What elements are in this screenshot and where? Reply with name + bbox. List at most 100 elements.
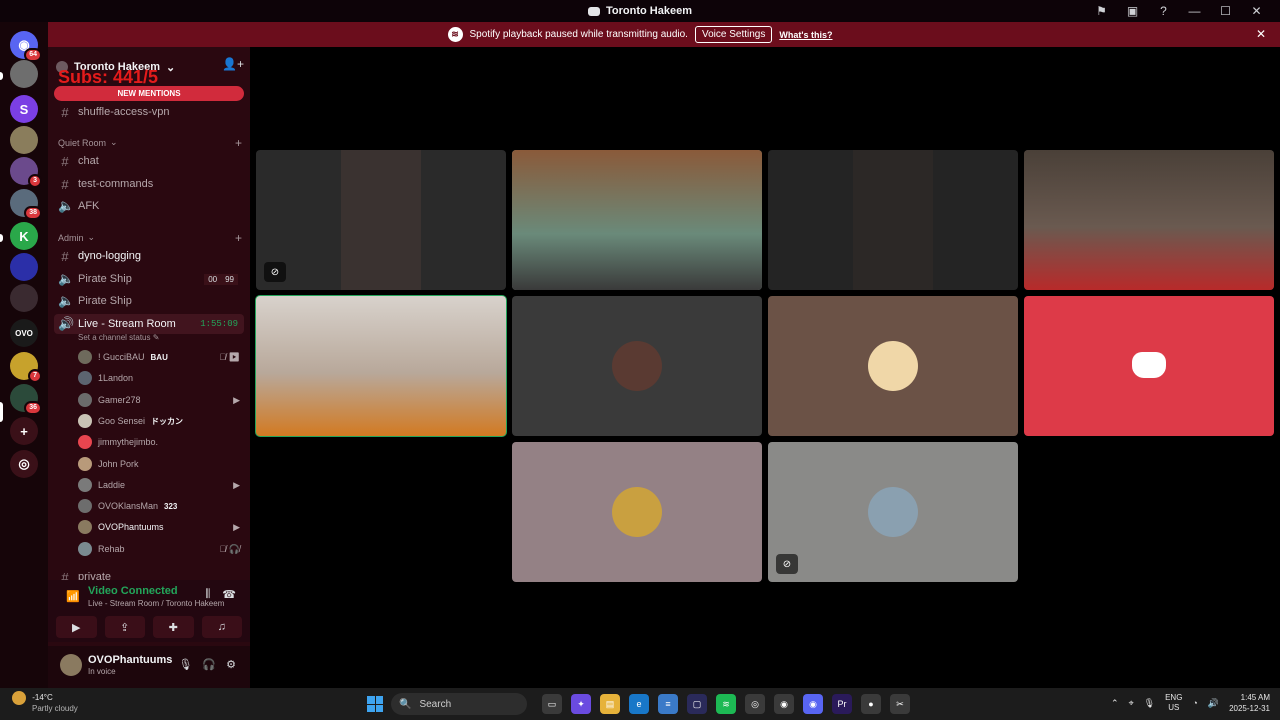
weather-widget[interactable]: -14°C Partly cloudy — [12, 691, 78, 713]
avatar — [868, 487, 918, 537]
server-icon-8[interactable] — [10, 284, 38, 312]
channel-chat[interactable]: # chat — [54, 151, 244, 171]
clock-date: 2025-12-31 — [1229, 704, 1270, 713]
close-banner-icon[interactable]: ✕ — [1256, 27, 1266, 41]
category-label: Quiet Room — [58, 137, 107, 148]
close-button[interactable]: ✕ — [1241, 4, 1272, 18]
settings-gear-icon[interactable]: ⚙ — [226, 658, 236, 671]
voice-settings-button[interactable]: Voice Settings — [694, 26, 773, 43]
tile-user-4[interactable] — [1024, 150, 1274, 290]
voice-member[interactable]: 1Landon — [78, 369, 244, 387]
maximize-button[interactable]: ☐ — [1210, 4, 1241, 18]
server-icon-11[interactable]: 36 — [10, 384, 42, 415]
file-explorer-icon[interactable]: ▤ — [600, 694, 620, 714]
add-channel-icon[interactable]: + — [235, 136, 242, 150]
tile-user-9[interactable] — [512, 442, 762, 582]
clock[interactable]: 1:45 AM 2025-12-31 — [1229, 692, 1270, 714]
spotify-app-icon[interactable]: ≋ — [716, 694, 736, 714]
wifi-icon[interactable]: ◔ — [1192, 698, 1197, 708]
avatar[interactable] — [60, 654, 82, 676]
server-icon-3[interactable] — [10, 126, 38, 154]
server-icon-0[interactable]: ◉ 64 — [10, 31, 42, 62]
voice-status-subtitle[interactable]: Live - Stream Room / Toronto Hakeem — [88, 599, 224, 608]
tile-user-3[interactable] — [768, 150, 1018, 290]
category-quiet-room[interactable]: Quiet Room ⌄ + — [58, 136, 242, 150]
tile-user-7[interactable] — [768, 296, 1018, 436]
volume-icon[interactable]: 🔊 — [1208, 698, 1219, 709]
server-icon-4[interactable]: 3 — [10, 157, 42, 188]
voice-member[interactable]: Rehab 🎙̸ 🎧̸ — [78, 540, 244, 558]
server-icon-2[interactable]: S — [10, 95, 38, 123]
snipping-tool-icon[interactable]: ✂ — [890, 694, 910, 714]
tile-user-6[interactable] — [512, 296, 762, 436]
set-channel-status[interactable]: Set a channel status ✎ — [78, 333, 159, 342]
invite-icon[interactable]: 👤+ — [222, 57, 244, 71]
channel-shuffle-access-vpn[interactable]: # shuffle-access-vpn — [54, 102, 244, 122]
member-name: 1Landon — [98, 373, 134, 383]
app-icon[interactable]: ◎ — [745, 694, 765, 714]
channel-afk[interactable]: 🔈 AFK — [54, 196, 244, 216]
channel-name: chat — [78, 155, 99, 167]
weather-icon — [12, 691, 26, 705]
channel-live-stream-room[interactable]: 🔊 Live - Stream Room 1:55:09 — [54, 314, 244, 334]
windows-start-icon[interactable] — [367, 696, 383, 712]
server-icon-12[interactable]: + — [10, 417, 38, 445]
disconnect-icon[interactable]: ☎ — [222, 588, 236, 601]
headphones-icon[interactable]: 🎧 — [202, 658, 216, 671]
discord-app-icon[interactable]: ◉ — [803, 694, 823, 714]
server-icon-13[interactable]: ◎ — [10, 450, 38, 478]
hash-icon: # — [61, 104, 69, 120]
lang-bottom: US — [1168, 703, 1180, 712]
tile-user-5[interactable] — [255, 295, 507, 437]
voice-member[interactable]: Laddie ▶ — [78, 476, 244, 494]
channel-pirate-ship-2[interactable]: 🔈 Pirate Ship — [54, 291, 244, 311]
network-icon[interactable]: ⌖ — [1129, 698, 1134, 709]
premiere-icon[interactable]: Pr — [832, 694, 852, 714]
edge-icon[interactable]: e — [629, 694, 649, 714]
language-indicator[interactable]: ENG US — [1165, 693, 1182, 713]
voice-member[interactable]: jimmythejimbo. — [78, 433, 244, 451]
voice-member[interactable]: OVOKlansMan 323 — [78, 497, 244, 515]
notepad-icon[interactable]: ≡ — [658, 694, 678, 714]
server-icon-1[interactable] — [10, 60, 38, 88]
server-icon-5[interactable]: 38 — [10, 189, 42, 220]
chevron-up-icon[interactable]: ⌃ — [1111, 698, 1119, 709]
voice-member[interactable]: Goo Sensei ドッカン — [78, 412, 244, 430]
tile-user-2[interactable] — [512, 150, 762, 290]
screen-share-button[interactable]: ⇪ — [104, 616, 145, 638]
soundboard-button[interactable]: ♫ — [201, 616, 242, 638]
app-icon[interactable]: ● — [861, 694, 881, 714]
whats-this-link[interactable]: What's this? — [779, 30, 832, 40]
microphone-icon[interactable]: 🎙 — [178, 658, 192, 671]
inbox-icon[interactable]: ⚑ — [1086, 4, 1117, 18]
screen-icon[interactable]: ▣ — [1117, 4, 1148, 18]
camera-button[interactable]: ▶ — [56, 616, 97, 638]
tile-user-10[interactable]: ⊘ — [768, 442, 1018, 582]
minimize-button[interactable]: — — [1179, 4, 1210, 18]
channel-pirate-ship-1[interactable]: 🔈 Pirate Ship 00 99 — [54, 269, 244, 289]
help-icon[interactable]: ? — [1148, 4, 1179, 18]
app-icon[interactable]: ▢ — [687, 694, 707, 714]
voice-member[interactable]: Gamer278 ▶ — [78, 391, 244, 409]
channel-test-commands[interactable]: # test-commands — [54, 174, 244, 194]
server-icon-9[interactable]: OVO — [10, 319, 38, 347]
activities-button[interactable]: ✚ — [153, 616, 194, 638]
category-admin[interactable]: Admin ⌄ + — [58, 231, 242, 245]
noise-suppression-icon[interactable]: ⫼ — [205, 588, 210, 601]
chrome-icon[interactable]: ◉ — [774, 694, 794, 714]
server-icon-6[interactable]: K — [10, 222, 38, 250]
add-channel-icon[interactable]: + — [235, 231, 242, 245]
voice-member[interactable]: ! GucciBAU BAU 🎙̸ ▶ — [78, 348, 244, 366]
taskbar-search[interactable]: 🔍 Search — [391, 693, 527, 715]
server-icon-10[interactable]: 7 — [10, 352, 42, 383]
tile-user-8[interactable] — [1024, 296, 1274, 436]
copilot-icon[interactable]: ✦ — [571, 694, 591, 714]
channel-dyno-logging[interactable]: # dyno-logging — [54, 246, 244, 266]
voice-member[interactable]: OVOPhantuums ▶ — [78, 518, 244, 536]
tile-user-1[interactable]: ⊘ — [256, 150, 506, 290]
voice-member[interactable]: John Pork — [78, 455, 244, 473]
microphone-icon[interactable]: 🎙 — [1144, 698, 1155, 709]
server-icon-7[interactable] — [10, 253, 38, 281]
new-mentions-button[interactable]: NEW MENTIONS — [54, 86, 244, 101]
task-view-icon[interactable]: ▭ — [542, 694, 562, 714]
